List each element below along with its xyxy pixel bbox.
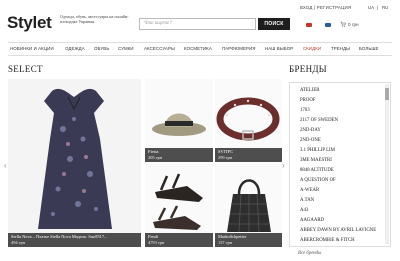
product-tile[interactable]: SVITFC 299 грн [215, 79, 282, 162]
product-tile[interactable]: Fendi 4793 грн [145, 164, 213, 247]
flag-icon[interactable] [306, 23, 312, 27]
lang-ua-link[interactable]: UA [368, 5, 374, 10]
nav-item-more[interactable]: БОЛЬШЕ [359, 46, 379, 51]
product-caption: Fiesta 205 грн [145, 148, 213, 162]
product-caption: SVITFC 299 грн [215, 148, 282, 162]
product-tile[interactable]: Fiesta 205 грн [145, 79, 213, 162]
nav-item-accessories[interactable]: АКСЕССУАРЫ [144, 46, 175, 51]
nav-item-clothes[interactable]: ОДЕЖДА [65, 46, 85, 51]
cart-total[interactable]: 0 грн [348, 22, 359, 27]
brands-list: ATELIER PROOF 1703 2117 OF SWEDEN 2ND-DA… [289, 82, 391, 247]
product-tile[interactable]: MarkoSchpetter 157 грн [215, 164, 282, 247]
carousel-next-icon[interactable]: › [282, 162, 288, 170]
brand-item[interactable]: PROOF [300, 98, 315, 103]
all-brands-link[interactable]: Все бренды [298, 251, 321, 256]
brand-item[interactable]: A-WEAR [300, 188, 319, 193]
login-register-link[interactable]: ВХОД | РЕГИСТРАЦИЯ [300, 5, 351, 10]
brand-item[interactable]: A43 [300, 208, 308, 213]
brand-item[interactable]: ABERCROMBIE & FITCH [300, 238, 355, 243]
nav-item-shoes[interactable]: ОБУВЬ [94, 46, 109, 51]
carousel-prev-icon[interactable]: ‹ [4, 162, 10, 170]
product-tile[interactable]: Stella Nova – Платье Stella Nova Модель:… [8, 79, 141, 247]
dress-image [8, 79, 141, 247]
brand-item[interactable]: ATELIER [300, 88, 319, 93]
brand-item[interactable]: 3ME MAESTRI [300, 158, 332, 163]
search-input[interactable]: Что ищете? [139, 18, 256, 30]
nav-item-bags[interactable]: СУМКИ [118, 46, 134, 51]
nav-item-our-choice[interactable]: НАШ ВЫБОР [265, 46, 293, 51]
search-button[interactable]: ПОИСК [258, 18, 290, 30]
site-header: Stylet Одежда, обувь, аксессуары на онла… [0, 0, 400, 40]
product-price: 157 грн [218, 239, 233, 245]
brand-item[interactable]: 2ND-ONE [300, 138, 321, 143]
brands-scrollbar[interactable] [385, 84, 389, 244]
lang-divider: | [377, 5, 379, 10]
product-caption: MarkoSchpetter 157 грн [215, 233, 282, 247]
brand-item[interactable]: 2ND-DAY [300, 128, 321, 133]
brand-item[interactable]: ABBEY DAWN BY AVRIL LAVIGNE [300, 228, 376, 233]
brand-item[interactable]: 1703 [300, 108, 310, 113]
brand-item[interactable]: A.TAN [300, 198, 314, 203]
brand-item[interactable]: A QUESTION OF [300, 178, 336, 183]
nav-item-trends[interactable]: ТРЕНДЫ [331, 46, 350, 51]
product-price: 299 грн [218, 154, 233, 160]
nav-item-cosmetics[interactable]: КОСМЕТИКА [184, 46, 212, 51]
nav-item-new[interactable]: НОВИНКИ И АКЦИИ [10, 46, 54, 51]
brand-item[interactable]: 8848 ALTITUDE [300, 168, 334, 173]
lang-ru-link[interactable]: RU [382, 5, 388, 10]
brands-section-title: БРЕНДЫ [289, 64, 327, 74]
main-nav: НОВИНКИ И АКЦИИ ОДЕЖДА ОБУВЬ СУМКИ АКСЕС… [8, 42, 392, 56]
product-price: 494 грн [11, 239, 26, 245]
nav-item-sale[interactable]: СКИДКИ [303, 46, 321, 51]
brand-item[interactable]: 3.1 PHILLIP LIM [300, 148, 335, 153]
brand-item[interactable]: 2117 OF SWEDEN [300, 118, 338, 123]
product-price: 205 грн [148, 154, 163, 160]
select-section-title: SELECT [8, 64, 43, 74]
site-logo[interactable]: Stylet [7, 13, 52, 33]
brands-scroll-thumb[interactable] [385, 88, 389, 100]
cart-icon[interactable] [340, 21, 346, 27]
flag-icon[interactable] [325, 23, 331, 27]
product-caption: Stella Nova – Платье Stella Nova Модель:… [8, 233, 141, 247]
nav-item-perfume[interactable]: ПАРФЮМЕРИЯ [222, 46, 256, 51]
product-caption: Fendi 4793 грн [145, 233, 213, 247]
site-tagline: Одежда, обувь, аксессуары на онлайн-площ… [60, 14, 129, 25]
brand-item[interactable]: AAGAARD [300, 218, 324, 223]
product-price: 4793 грн [148, 239, 165, 245]
select-carousel: Stella Nova – Платье Stella Nova Модель:… [8, 79, 282, 247]
